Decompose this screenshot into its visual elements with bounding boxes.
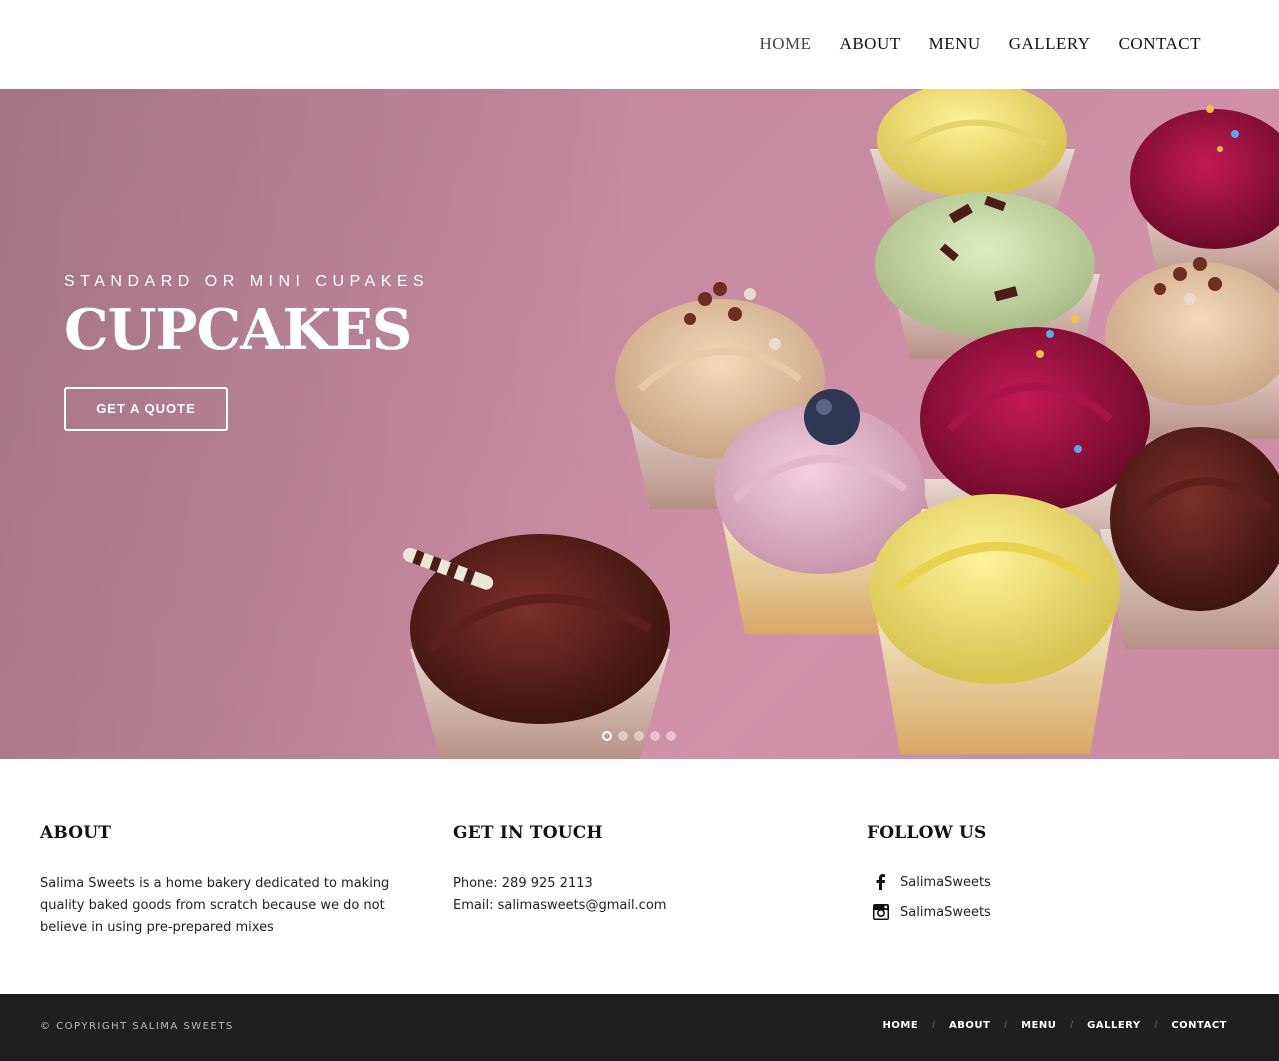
- about-text: Salima Sweets is a home bakery dedicated…: [40, 876, 390, 935]
- nav-contact[interactable]: CONTACT: [1119, 34, 1201, 54]
- instagram-link[interactable]: SalimaSweets: [867, 903, 1227, 921]
- site-footer: © COPYRIGHT SALIMA SWEETS HOME / ABOUT /…: [0, 994, 1279, 1061]
- hero-title: CUPCAKES: [64, 297, 412, 363]
- footer-nav-contact[interactable]: CONTACT: [1171, 1020, 1227, 1031]
- slider-dot-5[interactable]: [666, 731, 676, 741]
- footer-nav-menu[interactable]: MENU: [1021, 1020, 1056, 1031]
- footer-nav: HOME / ABOUT / MENU / GALLERY / CONTACT: [883, 1020, 1227, 1031]
- slider-dot-2[interactable]: [618, 731, 628, 741]
- site-header: HOME ABOUT MENU GALLERY CONTACT: [0, 0, 1279, 89]
- contact-column: GET IN TOUCH Phone: 289 925 2113 Email: …: [453, 823, 833, 917]
- follow-column: FOLLOW US SalimaSweets SalimaSweets: [867, 823, 1227, 921]
- instagram-label: SalimaSweets: [900, 904, 991, 920]
- follow-heading: FOLLOW US: [867, 823, 987, 843]
- footer-nav-home[interactable]: HOME: [883, 1020, 919, 1031]
- nav-gallery[interactable]: GALLERY: [1009, 34, 1091, 54]
- footer-separator: /: [1154, 1020, 1158, 1031]
- copyright-text: © COPYRIGHT SALIMA SWEETS: [40, 1021, 234, 1032]
- hero-subtitle: STANDARD OR MINI CUPAKES: [64, 273, 430, 290]
- hero-slider: STANDARD OR MINI CUPAKES CUPCAKES GET A …: [0, 89, 1279, 759]
- facebook-link[interactable]: SalimaSweets: [867, 873, 1227, 891]
- footer-nav-gallery[interactable]: GALLERY: [1087, 1020, 1140, 1031]
- facebook-icon: [876, 874, 885, 890]
- nav-about[interactable]: ABOUT: [840, 34, 901, 54]
- contact-email[interactable]: Email: salimasweets@gmail.com: [453, 895, 833, 917]
- slider-dot-1[interactable]: [602, 731, 612, 741]
- contact-heading: GET IN TOUCH: [453, 823, 603, 843]
- about-heading: ABOUT: [40, 823, 112, 843]
- slider-dot-4[interactable]: [650, 731, 660, 741]
- nav-home[interactable]: HOME: [760, 34, 812, 54]
- instagram-icon: [873, 904, 889, 920]
- info-section: ABOUT Salima Sweets is a home bakery ded…: [0, 759, 1279, 994]
- hero-caption: STANDARD OR MINI CUPAKES CUPCAKES GET A …: [64, 273, 429, 431]
- nav-menu[interactable]: MENU: [929, 34, 981, 54]
- contact-phone: Phone: 289 925 2113: [453, 876, 593, 891]
- about-column: ABOUT Salima Sweets is a home bakery ded…: [40, 823, 430, 939]
- slider-dot-3[interactable]: [634, 731, 644, 741]
- get-quote-button[interactable]: GET A QUOTE: [64, 387, 228, 431]
- facebook-label: SalimaSweets: [900, 874, 991, 890]
- main-nav: HOME ABOUT MENU GALLERY CONTACT: [760, 34, 1202, 54]
- footer-separator: /: [932, 1020, 935, 1031]
- footer-separator: /: [1070, 1020, 1074, 1031]
- footer-nav-about[interactable]: ABOUT: [949, 1020, 990, 1031]
- slider-dots: [602, 731, 676, 741]
- footer-separator: /: [1004, 1020, 1008, 1031]
